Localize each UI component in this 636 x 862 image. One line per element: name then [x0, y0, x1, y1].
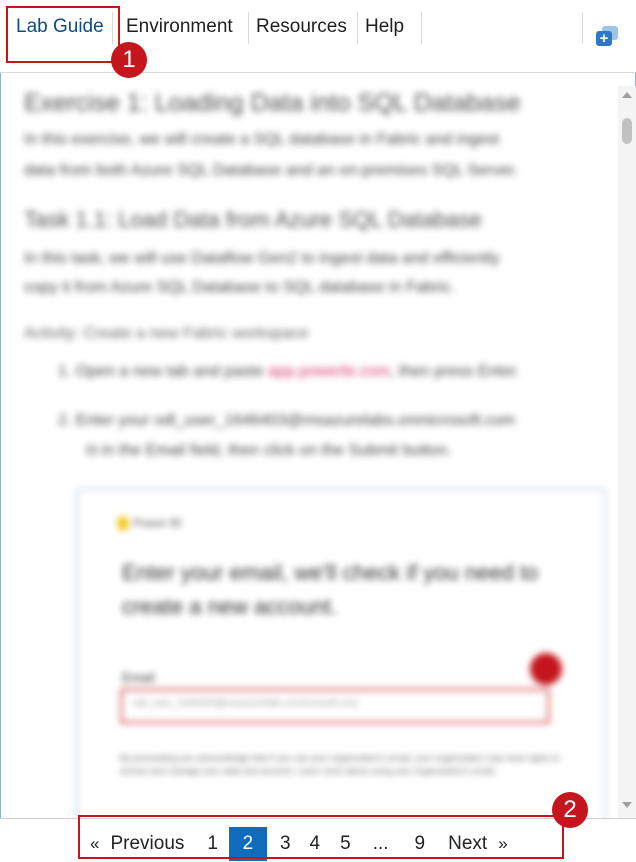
card-heading: Enter your email, we'll check if you nee… — [122, 560, 539, 619]
scroll-up-arrow-icon[interactable] — [622, 92, 632, 98]
email-field: odl_user_1646403@msazurelabs.onmicrosoft… — [120, 688, 550, 724]
task-title: Task 1.1: Load Data from Azure SQL Datab… — [24, 207, 482, 232]
intro-text-line2: data from both Azure SQL Database and an… — [24, 162, 519, 179]
lab-guide-content: Exercise 1: Loading Data into SQL Databa… — [0, 73, 618, 818]
blurred-content: Exercise 1: Loading Data into SQL Databa… — [0, 73, 618, 818]
powerbi-brand: Power BI — [118, 516, 182, 530]
activity-heading: Activity: Create a new Fabric workspace — [24, 325, 309, 342]
step-1-suffix: , then press Enter. — [389, 363, 520, 380]
email-value: odl_user_1646403@msazurelabs.onmicrosoft… — [133, 698, 359, 709]
tab-environment[interactable]: Environment — [118, 10, 241, 46]
email-label: Email — [122, 670, 155, 685]
scrollbar-thumb[interactable] — [622, 118, 632, 144]
tab-help[interactable]: Help — [357, 10, 412, 46]
vertical-scrollbar[interactable] — [618, 86, 636, 818]
step-1-prefix: 1. Open a new tab and paste — [58, 363, 264, 380]
exercise-title: Exercise 1: Loading Data into SQL Databa… — [24, 89, 521, 117]
scroll-down-arrow-icon[interactable] — [622, 802, 632, 808]
step-2-line2: ⧉ in the Email field, then click on the … — [86, 442, 451, 460]
card-fine-print: By proceeding you acknowledge that if yo… — [120, 753, 560, 776]
task-text-line2: copy it from Azure SQL Database to SQL d… — [24, 279, 456, 296]
highlight-box-pagination — [78, 815, 564, 859]
step-1-link[interactable]: app.powerbi.com — [268, 363, 390, 380]
highlight-box-lab-guide — [6, 6, 120, 63]
step-2-line2-text: in the Email field, then click on the Su… — [101, 442, 452, 459]
annotation-badge-2: 2 — [552, 792, 588, 828]
step-2-line1: 2. Enter your odl_user_1646403@msazurela… — [58, 412, 516, 429]
intro-text-line1: In this exercise, we will create a SQL d… — [24, 131, 500, 148]
copy-add-icon[interactable]: + — [596, 26, 618, 46]
plus-icon: + — [596, 31, 612, 46]
task-text-line1: In this task, we will use Dataflow Gen2 … — [24, 250, 500, 267]
tab-divider — [421, 12, 422, 44]
tab-divider — [582, 12, 583, 44]
card-annotation-badge — [530, 653, 562, 685]
tab-resources[interactable]: Resources — [248, 10, 355, 46]
step-1: 1. Open a new tab and paste app.powerbi.… — [58, 363, 520, 381]
copy-icon[interactable]: ⧉ — [86, 442, 97, 459]
screenshot-card: Power BI Enter your email, we'll check i… — [76, 488, 606, 818]
